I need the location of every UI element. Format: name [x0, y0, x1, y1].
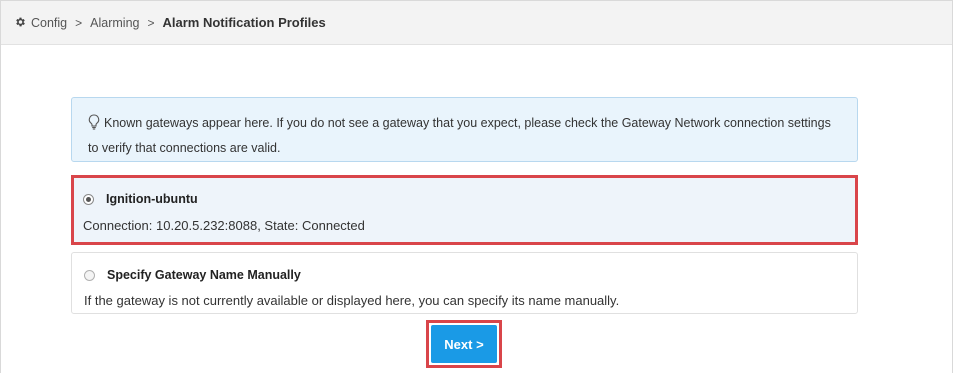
breadcrumb: Config > Alarming > Alarm Notification P… [1, 1, 952, 45]
breadcrumb-item-config[interactable]: Config [31, 16, 67, 30]
gear-icon [14, 16, 26, 30]
breadcrumb-separator: > [147, 15, 155, 30]
next-button[interactable]: Next > [431, 325, 497, 363]
breadcrumb-separator: > [75, 15, 83, 30]
gateway-name: Ignition-ubuntu [106, 192, 198, 206]
gateway-connection-info: Connection: 10.20.5.232:8088, State: Con… [83, 218, 365, 233]
radio-selected[interactable] [83, 193, 94, 205]
gateway-option-ignition-ubuntu[interactable]: Ignition-ubuntu Connection: 10.20.5.232:… [71, 175, 858, 245]
page-title: Alarm Notification Profiles [162, 15, 326, 30]
breadcrumb-item-alarming[interactable]: Alarming [90, 16, 139, 30]
info-text: Known gateways appear here. If you do no… [88, 116, 831, 155]
info-alert: Known gateways appear here. If you do no… [71, 97, 858, 162]
next-button-highlight: Next > [426, 320, 502, 368]
manual-option-description: If the gateway is not currently availabl… [84, 293, 620, 308]
manual-option-title: Specify Gateway Name Manually [107, 268, 301, 282]
page-frame: Config > Alarming > Alarm Notification P… [0, 0, 953, 373]
radio-unselected[interactable] [84, 269, 95, 281]
lightbulb-icon [88, 114, 100, 137]
gateway-option-manual[interactable]: Specify Gateway Name Manually If the gat… [71, 252, 858, 314]
